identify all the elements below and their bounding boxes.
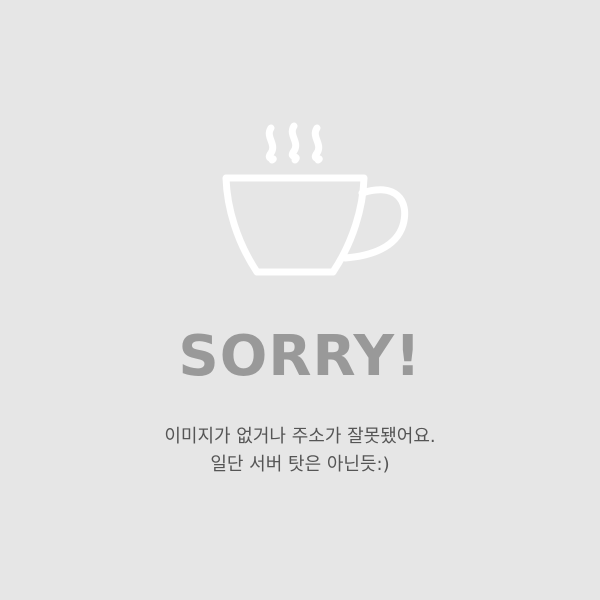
steam-left-icon bbox=[265, 124, 277, 164]
coffee-cup-icon bbox=[222, 122, 409, 276]
steam-middle-icon bbox=[288, 122, 300, 164]
error-page: SORRY! 이미지가 없거나 주소가 잘못됐어요. 일단 서버 탓은 아닌듯:… bbox=[0, 0, 600, 600]
error-message-line-2: 일단 서버 탓은 아닌듯:) bbox=[210, 454, 390, 475]
steam-right-icon bbox=[311, 124, 323, 164]
error-title: SORRY! bbox=[178, 324, 422, 389]
error-message-line-1: 이미지가 없거나 주소가 잘못됐어요. bbox=[164, 426, 436, 447]
